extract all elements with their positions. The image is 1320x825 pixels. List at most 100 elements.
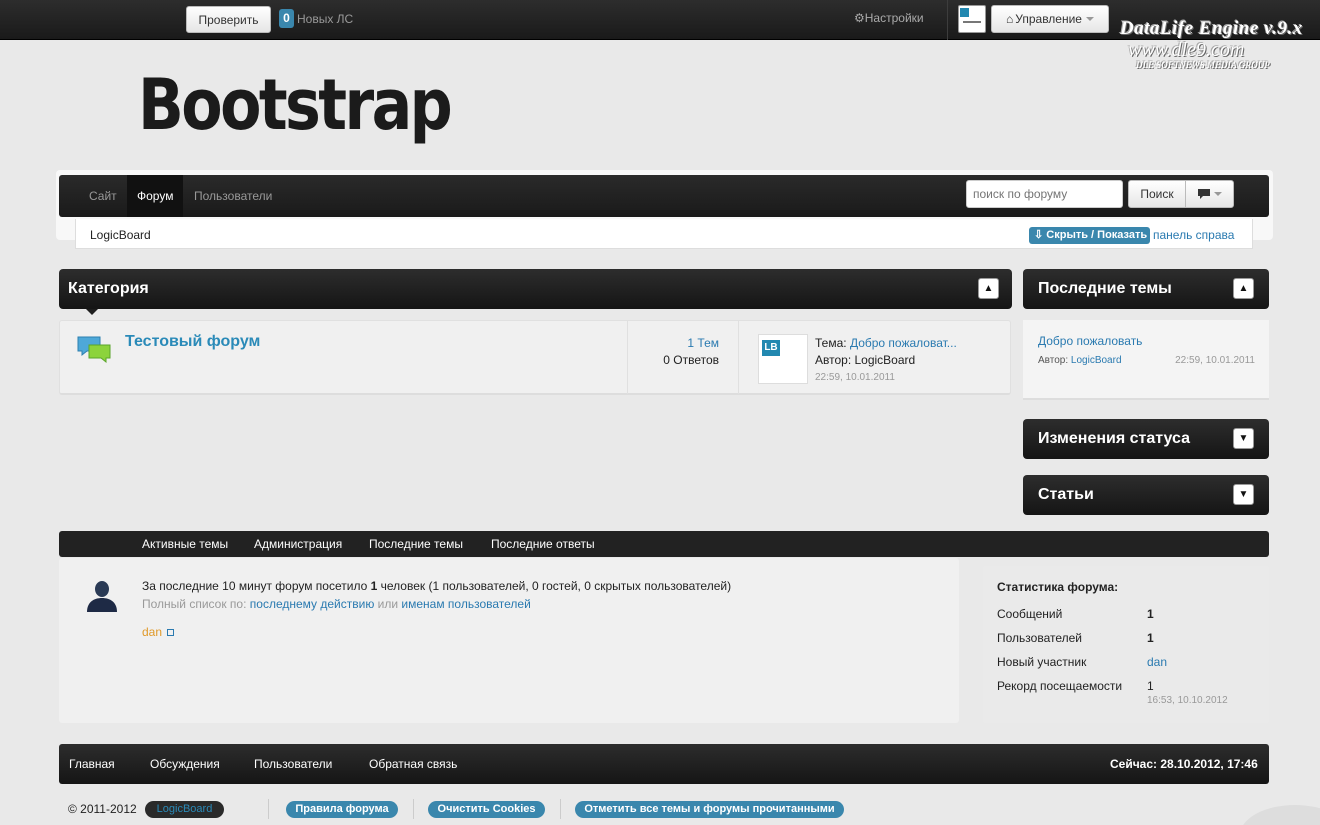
- stat-value: 1: [1147, 631, 1154, 645]
- topics-count[interactable]: 1 Тем: [630, 336, 719, 350]
- dle-logo-line2: www.dle9.com: [1128, 39, 1245, 61]
- avatar-logo-mark: [960, 8, 969, 17]
- scroll-top-button[interactable]: [1240, 805, 1320, 825]
- newest-member-link[interactable]: dan: [1147, 655, 1167, 669]
- articles-title: Статьи: [1038, 486, 1094, 503]
- chevron-up-icon: ▲: [1238, 282, 1249, 294]
- status-changes-header: Изменения статуса ▼: [1023, 419, 1269, 459]
- site-brand[interactable]: Bootstrap: [138, 64, 453, 146]
- divider: [947, 0, 948, 40]
- dle-logo-line1: DataLife Engine v.9.x: [1120, 18, 1303, 39]
- stats-tabs-bar: [59, 531, 1269, 557]
- last-author: Автор: LogicBoard: [815, 353, 916, 367]
- nav-site[interactable]: Сайт: [79, 175, 127, 217]
- author-link[interactable]: LogicBoard: [1071, 355, 1122, 366]
- expand-button[interactable]: ▼: [1233, 428, 1254, 449]
- tab-administration[interactable]: Администрация: [254, 531, 342, 557]
- last-topic: Тема: Добро пожаловат...: [815, 336, 957, 350]
- avatar-logo-line: [963, 21, 981, 23]
- divider: [413, 799, 414, 819]
- dle-logo: DataLife Engine v.9.x www.dle9.com DLE S…: [1120, 18, 1310, 88]
- settings-label: Настройки: [864, 11, 924, 25]
- chevron-up-icon: ▲: [983, 282, 994, 294]
- chevron-down-icon: ▼: [1238, 432, 1249, 444]
- right-panel-link[interactable]: панель справа: [1153, 228, 1234, 242]
- chat-icon: [1197, 189, 1210, 199]
- column-divider: [738, 321, 739, 394]
- stat-value: 1: [1147, 607, 1154, 621]
- footer-home-link[interactable]: Главная: [69, 744, 115, 784]
- latest-topic-author: Автор: LogicBoard: [1038, 355, 1122, 366]
- online-list-or: или: [374, 597, 402, 611]
- copyright: © 2011-2012: [68, 802, 137, 816]
- check-button[interactable]: Проверить: [186, 6, 271, 33]
- forum-chat-icon: [77, 336, 111, 364]
- stat-label: Новый участник: [997, 655, 1087, 669]
- expand-button[interactable]: ▼: [1233, 484, 1254, 505]
- chevron-down-icon: ▼: [1238, 488, 1249, 500]
- avatar-logo-mark: LB: [762, 340, 780, 356]
- category-header: Категория ▲: [59, 269, 1012, 309]
- forum-rules-button[interactable]: Правила форума: [286, 801, 398, 818]
- online-summary: За последние 10 минут форум посетило 1 ч…: [142, 579, 731, 593]
- manage-label: Управление: [1015, 12, 1082, 26]
- toggle-sidebar-button[interactable]: ⇩ Скрыть / Показать: [1029, 227, 1150, 244]
- mark-all-read-button[interactable]: Отметить все темы и форумы прочитанными: [575, 801, 844, 818]
- articles-header: Статьи ▼: [1023, 475, 1269, 515]
- nav-users[interactable]: Пользователи: [184, 175, 282, 217]
- current-time: Сейчас: 28.10.2012, 17:46: [1110, 757, 1258, 771]
- caret-down-icon: [1085, 17, 1094, 21]
- footer-feedback-link[interactable]: Обратная связь: [369, 744, 457, 784]
- by-name-link[interactable]: именам пользователей: [401, 597, 530, 611]
- latest-topics-header: Последние темы ▲: [1023, 269, 1269, 309]
- latest-topics-box: Добро пожаловать Автор: LogicBoard 22:59…: [1023, 320, 1269, 400]
- online-summary-text: За последние 10 минут форум посетило: [142, 579, 371, 593]
- latest-topics-title: Последние темы: [1038, 280, 1172, 297]
- logicboard-link[interactable]: LogicBoard: [145, 801, 224, 818]
- last-post-date: 22:59, 10.01.2011: [815, 372, 895, 383]
- last-topic-prefix: Тема:: [815, 336, 847, 350]
- manage-dropdown[interactable]: ⌂ Управление: [991, 5, 1109, 33]
- header-notch: [86, 309, 98, 315]
- download-icon: ⇩: [1034, 229, 1044, 241]
- category-title: Категория: [68, 280, 149, 297]
- forum-title-link[interactable]: Тестовый форум: [125, 333, 260, 351]
- tab-latest-replies[interactable]: Последние ответы: [491, 531, 595, 557]
- user-avatar[interactable]: [958, 5, 986, 33]
- breadcrumb-home[interactable]: LogicBoard: [90, 228, 151, 242]
- collapse-button[interactable]: ▲: [978, 278, 999, 299]
- stat-value: 1: [1147, 679, 1154, 693]
- divider: [560, 799, 561, 819]
- footer-discussions-link[interactable]: Обсуждения: [150, 744, 220, 784]
- forum-stats-title: Статистика форума:: [997, 580, 1119, 594]
- tab-latest-topics[interactable]: Последние темы: [369, 531, 463, 557]
- toggle-sidebar-label: Скрыть / Показать: [1046, 229, 1148, 241]
- pm-count-badge[interactable]: 0: [279, 9, 294, 28]
- online-user-link[interactable]: dan: [142, 625, 175, 639]
- online-user-name: dan: [142, 625, 163, 639]
- caret-down-icon: [1213, 192, 1222, 196]
- clear-cookies-button[interactable]: Очистить Cookies: [428, 801, 545, 818]
- by-activity-link[interactable]: последнему действию: [250, 597, 375, 611]
- latest-topic-link[interactable]: Добро пожаловать: [1038, 334, 1142, 348]
- forum-search-input[interactable]: [966, 180, 1123, 208]
- external-link-icon: [167, 629, 175, 637]
- pm-link[interactable]: Новых ЛС: [297, 12, 353, 26]
- settings-link[interactable]: ⚙Настройки: [854, 11, 924, 25]
- divider: [268, 799, 269, 819]
- tab-active-topics[interactable]: Активные темы: [142, 531, 228, 557]
- latest-topic-date: 22:59, 10.01.2011: [1175, 355, 1255, 366]
- dle-logo-line3: DLE SOFTNEWS MEDIA GROUP: [1136, 60, 1270, 70]
- search-button[interactable]: Поиск: [1128, 180, 1186, 208]
- collapse-button[interactable]: ▲: [1233, 278, 1254, 299]
- user-silhouette-icon: [87, 581, 117, 612]
- footer-users-link[interactable]: Пользователи: [254, 744, 332, 784]
- online-full-list: Полный список по: последнему действию ил…: [142, 597, 531, 611]
- last-topic-link[interactable]: Добро пожаловат...: [850, 336, 957, 350]
- home-icon: ⌂: [1006, 12, 1014, 26]
- message-dropdown[interactable]: [1185, 180, 1234, 208]
- last-post-avatar[interactable]: LB: [758, 334, 808, 384]
- online-summary-detail: человек (1 пользователей, 0 гостей, 0 ск…: [377, 579, 732, 593]
- online-list-prefix: Полный список по:: [142, 597, 250, 611]
- nav-forum[interactable]: Форум: [127, 175, 184, 217]
